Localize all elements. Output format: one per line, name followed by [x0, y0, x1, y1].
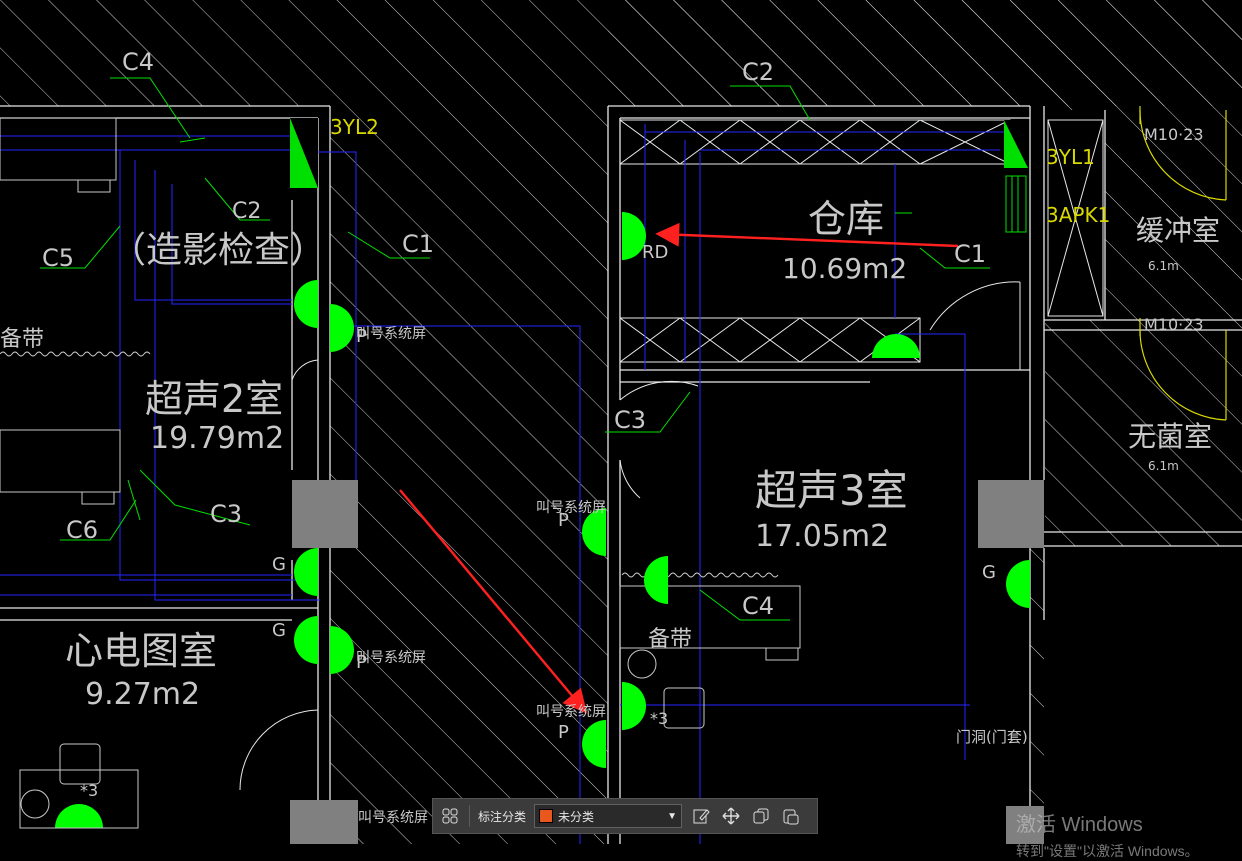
tag-3yl2: 3YL2: [330, 115, 379, 139]
category-select-value: 未分类: [558, 809, 595, 824]
category-label: 标注分类: [478, 809, 527, 824]
tag-queue1: 叫号系统屏: [356, 326, 426, 342]
tag-c2b: C2: [742, 58, 774, 86]
room-area-ecg: 9.27m2: [85, 677, 200, 712]
windows-activation-watermark: 激活 Windows 转到"设置"以激活 Windows。: [1016, 808, 1199, 861]
tag-m10b: M10·23: [1144, 315, 1204, 334]
tag-g3: G: [982, 562, 996, 583]
tag-c6: C6: [66, 516, 98, 544]
room-name-ultrasound3: 超声3室: [755, 466, 908, 515]
tag-c1b: C1: [954, 240, 986, 268]
toolbar-separator: [469, 805, 470, 827]
copy-icon[interactable]: [750, 805, 772, 827]
tag-c2a: C2: [232, 199, 261, 224]
room-name-angiography: （造影检查）: [110, 230, 326, 271]
category-color-swatch: [539, 809, 554, 823]
watermark-title: 激活 Windows: [1016, 814, 1143, 836]
column-a: [292, 480, 358, 548]
room-name-ultrasound2: 超声2室: [145, 377, 283, 421]
watermark-subtitle: 转到"设置"以激活 Windows。: [1016, 843, 1199, 859]
room-left-fill: [0, 118, 320, 844]
tag-g1: G: [272, 554, 286, 575]
tag-x3a: *3: [650, 709, 668, 728]
column-c: [290, 800, 358, 844]
tag-g2: G: [272, 620, 286, 641]
room-name-warehouse: 仓库: [808, 197, 884, 241]
tag-m10a: M10·23: [1144, 125, 1204, 144]
tag-spare-b: 备带: [648, 627, 692, 652]
cad-drawing[interactable]: 超声2室 19.79m2 （造影检查） 心电图室 9.27m2 仓库 10.69…: [0, 0, 1242, 844]
tag-queue5: 叫号系统屏: [358, 810, 428, 826]
tag-c1a: C1: [402, 230, 434, 258]
tag-c5: C5: [42, 244, 74, 272]
tag-c3b: C3: [614, 406, 646, 434]
tag-queue4: 叫号系统屏: [536, 704, 606, 720]
room-name-sterile: 无菌室: [1128, 420, 1212, 453]
grid-icon[interactable]: [439, 805, 461, 827]
tag-rd: RD: [642, 242, 668, 263]
annotation-toolbar: 标注分类 未分类 ▼: [432, 798, 818, 834]
column-b: [978, 480, 1044, 548]
tag-door-hole: 门洞(门套): [956, 728, 1028, 746]
room-area-ultrasound2: 19.79m2: [150, 421, 284, 456]
room-area-buffer: 6.1m: [1148, 259, 1179, 273]
tag-p4: P: [558, 722, 569, 743]
tag-spare-a: 备带: [0, 327, 44, 352]
tag-queue3: 叫号系统屏: [536, 500, 606, 516]
tag-3yl1: 3YL1: [1046, 145, 1095, 169]
hatch-field-top-right: [608, 0, 1242, 106]
edit-icon[interactable]: [690, 805, 712, 827]
tag-3apk1: 3APK1: [1046, 203, 1110, 227]
tag-x3b: *3: [80, 781, 98, 800]
room-area-warehouse: 10.69m2: [782, 252, 907, 285]
room-name-ecg: 心电图室: [65, 629, 217, 673]
move-icon[interactable]: [720, 805, 742, 827]
paste-icon[interactable]: [780, 805, 802, 827]
room-area-ultrasound3: 17.05m2: [755, 519, 889, 554]
tag-c4b: C4: [742, 592, 774, 620]
room-name-buffer: 缓冲室: [1136, 214, 1220, 247]
room-area-sterile: 6.1m: [1148, 459, 1179, 473]
tag-queue2: 叫号系统屏: [356, 650, 426, 666]
hatch-field-right-wall: [1030, 546, 1044, 844]
tag-c4a: C4: [122, 48, 154, 76]
category-select[interactable]: 未分类 ▼: [534, 804, 683, 828]
chevron-down-icon: ▼: [667, 810, 678, 822]
tag-c3a: C3: [210, 500, 242, 528]
